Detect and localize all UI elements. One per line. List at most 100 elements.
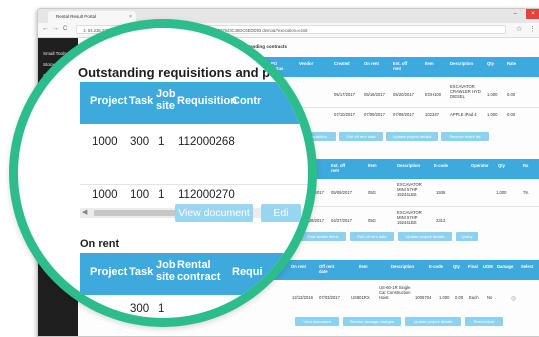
col-qty: Qty	[453, 264, 460, 269]
requisitions-table-header: Project Task Job site Requisition Contr	[80, 82, 308, 124]
col-task: Task	[129, 95, 154, 107]
col-task: Task	[129, 266, 154, 278]
col-final: Final	[468, 264, 478, 269]
rent-on-rent: 04/28/2017	[303, 218, 324, 223]
sidebar-item-small-tools[interactable]: Small Tools	[38, 48, 78, 59]
col-est-off-rent: Est. off rent	[331, 163, 346, 173]
col-created: Created	[334, 61, 350, 66]
review-damage-charges-button[interactable]: Review damage charges	[343, 317, 401, 326]
req-description: APPLE iPad 4	[450, 112, 477, 117]
view-document-button[interactable]: View document	[175, 204, 253, 222]
col-requisition: Requisition	[177, 95, 237, 107]
rent-description: EXCAVATOR MINI 57HP 15244LBS	[397, 210, 422, 225]
tab-close-icon[interactable]: ×	[129, 11, 132, 23]
row-project: 1000	[92, 189, 118, 201]
col-item: Item	[368, 163, 377, 168]
update-project-details-button[interactable]: Update project details	[398, 232, 452, 241]
browser-tab[interactable]: Rental Result Portal ×	[48, 11, 136, 23]
onrent-uom: Each	[469, 295, 479, 300]
table-row[interactable]: 1000 300 1 112000268	[80, 124, 308, 185]
onrent-qty: 1.000	[439, 295, 450, 300]
req-est-off: 07/09/2017	[393, 112, 414, 117]
receive-event-list-button[interactable]: Receive event list	[441, 132, 489, 141]
reschedule-button[interactable]: Reschedule	[465, 317, 503, 326]
edit-button[interactable]: Edi	[261, 204, 301, 222]
req-est-off: 05/20/2017	[393, 92, 414, 97]
col-requisition: Requi	[232, 266, 263, 278]
req-rate: 0.00	[507, 92, 516, 97]
onrent-damage: No	[487, 295, 493, 300]
onrent-final: 0.00	[455, 295, 464, 300]
rent-rate: 79.	[523, 190, 529, 195]
scroll-left-icon[interactable]: ◀	[82, 208, 87, 216]
col-job-site: Job site	[156, 259, 176, 283]
reload-icon[interactable]: C	[63, 26, 67, 32]
onrent-select-radio[interactable]: ◎	[511, 295, 516, 302]
onrent-item: US601RX	[351, 295, 370, 300]
view-document-button[interactable]: View document	[295, 317, 339, 326]
row-job-site: 1	[158, 136, 165, 148]
find-similar-items-button[interactable]: Find similar items	[300, 232, 346, 241]
onrent-description: US-60-1R Single Car Construction Hoist	[379, 285, 411, 300]
col-rate: Ra	[523, 163, 529, 168]
col-rate: Rate	[507, 61, 517, 66]
row-task: 300	[130, 303, 150, 315]
req-qty: 1.000	[487, 92, 498, 97]
star-icon[interactable]: ☆	[516, 25, 522, 33]
tab-title: Rental Result Portal	[56, 14, 97, 19]
col-est-off-rent: Est. off rent	[393, 61, 408, 71]
col-damage: Damage	[497, 264, 514, 269]
col-uom: UOM	[483, 264, 493, 269]
table-row[interactable]: 300 1	[80, 295, 308, 318]
rent-description: EXCAVATOR MINI 57HP 15244LBS	[397, 182, 422, 197]
req-created: 07/10/2017	[334, 112, 355, 117]
magnifier-lens: Outstanding requisitions and pend Projec…	[18, 28, 308, 318]
rent-item: 05G	[368, 190, 376, 195]
col-description: Description	[391, 264, 415, 269]
col-job-site: Job site	[156, 88, 176, 112]
update-project-details-button[interactable]: Update project details	[386, 132, 438, 141]
table-row[interactable]: 1000 100 1 112000270	[80, 185, 308, 205]
col-e-code: E-code	[434, 163, 448, 168]
window-close-icon[interactable]: ×	[526, 9, 539, 19]
row-requisition: 112000270	[178, 189, 235, 201]
req-description: EXCAVATOR CRAWLER HYD DIESEL	[450, 84, 481, 99]
onrent-off-rent: 07/03/2017	[319, 295, 340, 300]
forward-icon[interactable]: →	[52, 25, 59, 32]
query-button[interactable]: Query	[456, 232, 478, 241]
req-item: 102347	[425, 112, 439, 117]
row-job-site: 1	[158, 303, 165, 315]
outstanding-requisitions-title: Outstanding requisitions and pend	[78, 65, 294, 80]
on-rent-title: On rent	[80, 238, 120, 250]
section-heading: Outstanding contracts	[238, 44, 288, 49]
req-item: EOH100	[425, 92, 442, 97]
col-description: Description	[450, 61, 474, 66]
req-created: 05/17/2017	[334, 92, 355, 97]
req-on-rent: 07/09/2017	[364, 112, 385, 117]
col-item: Item	[359, 264, 368, 269]
row-requisition: 112000268	[178, 136, 235, 148]
col-select: Select	[521, 264, 534, 269]
col-project: Project	[90, 266, 128, 278]
edit-off-rent-date-button[interactable]: Edit off rent date	[339, 132, 383, 141]
rent-e-code: 2313	[436, 218, 446, 223]
col-e-code: E-code	[429, 264, 443, 269]
col-qty: Qty	[487, 61, 494, 66]
rent-item: 05G	[368, 218, 376, 223]
col-item: Item	[425, 61, 434, 66]
req-on-rent: 05/16/2017	[364, 92, 385, 97]
update-project-details-button[interactable]: Update project details	[405, 317, 461, 326]
col-project: Project	[90, 95, 128, 107]
rent-qty: 1.000	[496, 190, 507, 195]
col-operator: Operator	[471, 163, 489, 168]
back-icon[interactable]: ←	[42, 25, 49, 32]
col-off-rent-date: Off rent date	[319, 264, 335, 274]
menu-icon[interactable]: ⋮	[529, 25, 536, 33]
col-vendor: Vendor	[299, 61, 314, 66]
edit-off-rent-date-button[interactable]: Edit off rent date	[350, 232, 394, 241]
on-rent-table-header: Project Task Job site Rental contract Re…	[80, 253, 308, 295]
title-bar: Rental Result Portal × – ☐ ×	[38, 9, 539, 23]
req-rate: 0.00	[507, 112, 516, 117]
col-description: Description	[397, 163, 421, 168]
rent-est-off: 05/09/2017	[331, 190, 352, 195]
